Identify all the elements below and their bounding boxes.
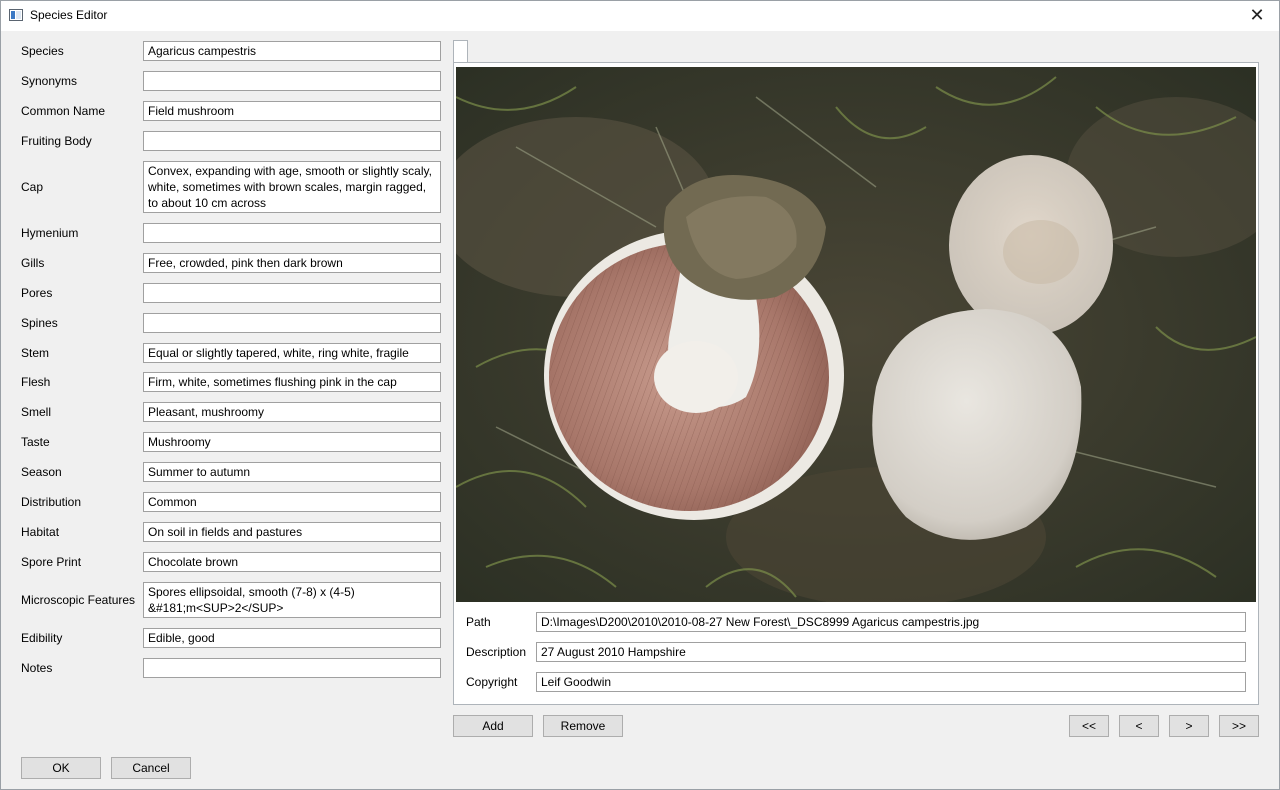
description-input[interactable]: 27 August 2010 Hampshire: [536, 642, 1246, 662]
mushroom-photo: [456, 67, 1256, 602]
copyright-label: Copyright: [466, 675, 518, 689]
field-label: Smell: [21, 405, 52, 419]
distribution-input[interactable]: Common: [143, 492, 441, 512]
add-image-button[interactable]: Add: [453, 715, 533, 737]
field-label: Spines: [21, 316, 58, 330]
field-label: Habitat: [21, 525, 60, 539]
close-button[interactable]: ✕: [1234, 0, 1280, 31]
common-name-input[interactable]: Field mushroom: [143, 101, 441, 121]
smell-input[interactable]: Pleasant, mushroomy: [143, 402, 441, 422]
spines-input[interactable]: [143, 313, 441, 333]
field-label: Cap: [21, 180, 44, 194]
path-input[interactable]: D:\Images\D200\2010\2010-08-27 New Fores…: [536, 612, 1246, 632]
hymenium-input[interactable]: [143, 223, 441, 243]
app-window-icon: [9, 9, 23, 21]
season-input[interactable]: Summer to autumn: [143, 462, 441, 482]
next-image-button[interactable]: >: [1169, 715, 1209, 737]
field-label: Synonyms: [21, 74, 78, 88]
path-label: Path: [466, 615, 491, 629]
field-label: Common Name: [21, 104, 106, 118]
window-title: Species Editor: [30, 8, 108, 22]
remove-image-button[interactable]: Remove: [543, 715, 623, 737]
fruiting-body-input[interactable]: [143, 131, 441, 151]
field-label: Spore Print: [21, 555, 82, 569]
notes-input[interactable]: [143, 658, 441, 678]
field-label: Taste: [21, 435, 50, 449]
field-label: Microscopic Features: [21, 593, 136, 607]
image-tab[interactable]: [453, 40, 468, 63]
synonyms-input[interactable]: [143, 71, 441, 91]
field-label: Notes: [21, 661, 53, 675]
pores-input[interactable]: [143, 283, 441, 303]
spore-print-input[interactable]: Chocolate brown: [143, 552, 441, 572]
habitat-input[interactable]: On soil in fields and pastures: [143, 522, 441, 542]
last-image-button[interactable]: >>: [1219, 715, 1259, 737]
description-label: Description: [466, 645, 527, 659]
gills-input[interactable]: Free, crowded, pink then dark brown: [143, 253, 441, 273]
field-label: Species: [21, 44, 64, 58]
cancel-button[interactable]: Cancel: [111, 757, 191, 779]
field-label: Gills: [21, 256, 45, 270]
copyright-input[interactable]: Leif Goodwin: [536, 672, 1246, 692]
first-image-button[interactable]: <<: [1069, 715, 1109, 737]
field-label: Hymenium: [21, 226, 79, 240]
species-input[interactable]: Agaricus campestris: [143, 41, 441, 61]
field-label: Season: [21, 465, 62, 479]
flesh-input[interactable]: Firm, white, sometimes flushing pink in …: [143, 372, 441, 392]
microscopic-features-textarea[interactable]: Spores ellipsoidal, smooth (7-8) x (4-5)…: [143, 582, 441, 618]
field-label: Pores: [21, 286, 53, 300]
stem-input[interactable]: Equal or slightly tapered, white, ring w…: [143, 343, 441, 363]
previous-image-button[interactable]: <: [1119, 715, 1159, 737]
ok-button[interactable]: OK: [21, 757, 101, 779]
edibility-input[interactable]: Edible, good: [143, 628, 441, 648]
cap-textarea[interactable]: Convex, expanding with age, smooth or sl…: [143, 161, 441, 213]
field-label: Stem: [21, 346, 50, 360]
field-label: Flesh: [21, 375, 51, 389]
title-bar: Species Editor ✕: [0, 0, 1280, 32]
field-label: Fruiting Body: [21, 134, 92, 148]
taste-input[interactable]: Mushroomy: [143, 432, 441, 452]
field-label: Edibility: [21, 631, 63, 645]
field-label: Distribution: [21, 495, 82, 509]
